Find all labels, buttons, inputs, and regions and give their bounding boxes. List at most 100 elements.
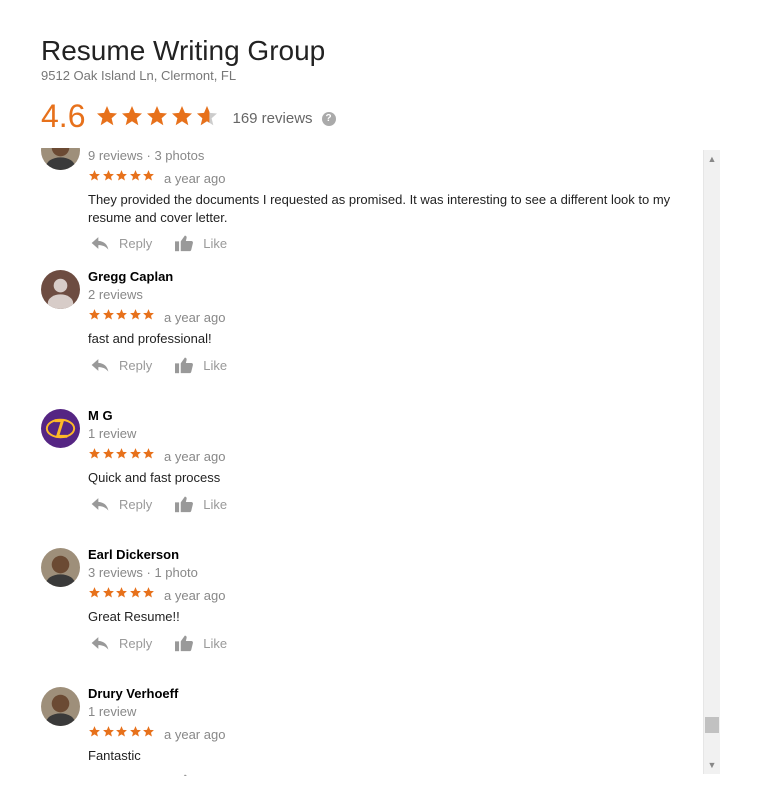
reply-button[interactable]: Reply	[90, 234, 152, 252]
reviewer-meta: 1 review	[88, 704, 137, 719]
review-text: They provided the documents I requested …	[88, 192, 671, 225]
like-label: Like	[203, 775, 227, 777]
reviewer-meta: 3 reviews · 1 photo	[88, 565, 198, 580]
like-button[interactable]: Like	[174, 773, 227, 776]
review-text: fast and professional!	[88, 331, 212, 346]
star-icon	[129, 586, 143, 599]
reply-button[interactable]: Reply	[90, 495, 152, 513]
review-stars	[88, 169, 156, 182]
star-icon	[142, 586, 156, 599]
thumbs-up-icon	[174, 634, 203, 652]
star-icon	[95, 104, 120, 128]
star-icon	[142, 169, 156, 182]
reviewer-name[interactable]: M G	[88, 408, 113, 423]
star-icon	[115, 169, 129, 182]
star-icon	[115, 586, 129, 599]
star-icon	[142, 308, 156, 321]
reply-button[interactable]: Reply	[90, 773, 152, 777]
reply-label: Reply	[119, 357, 153, 373]
review-actions: Reply Like	[90, 495, 227, 513]
reply-icon	[90, 634, 119, 652]
star-icon	[129, 725, 143, 738]
star-icon	[129, 308, 143, 321]
review-date: a year ago	[164, 310, 226, 325]
rating-summary: 4.6 169 reviews ?	[41, 98, 336, 134]
reply-icon	[90, 234, 119, 252]
star-icon	[88, 308, 102, 321]
reviewer-meta: 9 reviews · 3 photos	[88, 148, 205, 163]
star-icon	[115, 725, 129, 738]
rating-value: 4.6	[41, 98, 86, 134]
reviewer-avatar[interactable]	[41, 148, 80, 170]
like-button[interactable]: Like	[174, 234, 227, 252]
reply-label: Reply	[119, 496, 153, 512]
review-stars	[88, 586, 156, 599]
review-count[interactable]: 169 reviews	[232, 110, 312, 127]
reply-label: Reply	[119, 775, 152, 777]
business-header: Resume Writing Group 9512 Oak Island Ln,…	[41, 34, 325, 84]
reply-button[interactable]: Reply	[90, 634, 152, 652]
reviewer-meta: 2 reviews	[88, 287, 143, 302]
star-icon	[142, 725, 156, 738]
like-label: Like	[203, 496, 228, 512]
star-icon	[195, 104, 220, 128]
star-icon	[88, 169, 102, 182]
reply-icon	[90, 356, 119, 374]
like-button[interactable]: Like	[174, 356, 227, 374]
star-icon	[120, 104, 145, 128]
like-label: Like	[203, 635, 228, 651]
review-actions: Reply Like	[90, 773, 227, 776]
scrollbar[interactable]: ▲ ▼	[703, 150, 720, 774]
review-text: Great Resume!!	[88, 609, 180, 624]
business-address: 9512 Oak Island Ln, Clermont, FL	[41, 68, 237, 83]
star-icon	[88, 447, 102, 460]
review-stars	[88, 308, 156, 321]
star-icon	[102, 586, 116, 599]
star-icon	[115, 447, 129, 460]
reply-label: Reply	[119, 635, 153, 651]
help-icon[interactable]: ?	[321, 111, 336, 126]
thumbs-up-icon	[174, 773, 203, 776]
reply-icon	[90, 495, 119, 513]
review-text: Fantastic	[88, 748, 141, 763]
star-icon	[88, 725, 102, 738]
star-icon	[129, 447, 143, 460]
review-stars	[88, 447, 156, 460]
review-actions: Reply Like	[90, 356, 227, 374]
reply-button[interactable]: Reply	[90, 356, 152, 374]
review-actions: Reply Like	[90, 234, 227, 252]
reviewer-avatar[interactable]	[41, 548, 80, 587]
reply-icon	[90, 773, 119, 776]
reviewer-avatar[interactable]	[41, 270, 80, 309]
thumbs-up-icon	[174, 495, 203, 513]
like-button[interactable]: Like	[174, 634, 227, 652]
review-text: Quick and fast process	[88, 470, 221, 485]
scroll-up-icon[interactable]: ▲	[704, 152, 720, 166]
like-button[interactable]: Like	[174, 495, 227, 513]
scrollbar-thumb[interactable]	[705, 717, 719, 733]
review-date: a year ago	[164, 171, 226, 186]
like-label: Like	[203, 357, 228, 373]
reviewer-meta: 1 review	[88, 426, 137, 441]
star-icon	[102, 169, 116, 182]
reviews-list[interactable]: 9 reviews · 3 photos a year ago They provi…	[0, 148, 703, 776]
star-icon	[88, 586, 102, 599]
reviewer-avatar[interactable]	[41, 409, 80, 448]
rating-stars	[95, 104, 220, 128]
star-icon	[102, 308, 116, 321]
reviewer-name[interactable]: Drury Verhoeff	[88, 686, 178, 701]
review-date: a year ago	[164, 727, 226, 742]
scroll-down-icon[interactable]: ▼	[704, 758, 720, 772]
star-icon	[115, 308, 129, 321]
star-icon	[145, 104, 170, 128]
review-date: a year ago	[164, 449, 226, 464]
review-date: a year ago	[164, 588, 226, 603]
thumbs-up-icon	[174, 234, 203, 252]
reviewer-name[interactable]: Gregg Caplan	[88, 269, 173, 284]
like-label: Like	[203, 235, 228, 251]
reviewer-name[interactable]: Earl Dickerson	[88, 547, 179, 562]
review-actions: Reply Like	[90, 634, 227, 652]
star-icon	[102, 447, 116, 460]
reviewer-avatar[interactable]	[41, 687, 80, 726]
business-name: Resume Writing Group	[41, 35, 326, 66]
